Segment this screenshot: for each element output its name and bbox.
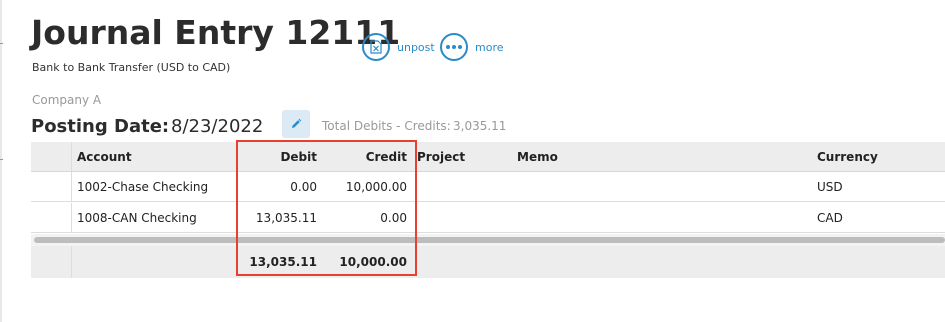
more-button[interactable]: more [440, 33, 504, 61]
column-header-debit[interactable]: Debit [231, 142, 317, 171]
posting-date-value: 8/23/2022 [171, 116, 264, 137]
debit-total: 13,035.11 [249, 255, 317, 269]
left-panel-edge [0, 0, 2, 322]
column-header-account[interactable]: Account [77, 142, 132, 171]
table-row[interactable]: 1002-Chase Checking 0.00 10,000.00 USD [31, 172, 945, 202]
column-header-memo[interactable]: Memo [517, 142, 558, 171]
company-name: Company A [32, 93, 102, 107]
more-label: more [475, 40, 504, 54]
debit-cell[interactable]: 13,035.11 [231, 203, 317, 232]
credit-cell[interactable]: 10,000.00 [321, 172, 407, 201]
grid-header-row: Account Debit Credit Project Memo Curren… [31, 142, 945, 172]
grid-totals-row: 13,035.11 10,000.00 [31, 246, 945, 278]
credit-cell[interactable]: 0.00 [321, 203, 407, 232]
currency-cell[interactable]: CAD [817, 203, 843, 232]
debit-cell[interactable]: 0.00 [231, 172, 317, 201]
account-cell[interactable]: 1002-Chase Checking [77, 172, 208, 201]
credit-total: 10,000.00 [339, 255, 407, 269]
pencil-icon [290, 115, 302, 134]
ellipsis-icon [440, 33, 468, 61]
account-cell[interactable]: 1008-CAN Checking [77, 203, 197, 232]
column-header-project[interactable]: Project [417, 142, 465, 171]
edit-date-button[interactable] [282, 110, 310, 138]
table-row[interactable]: 1008-CAN Checking 13,035.11 0.00 CAD [31, 203, 945, 233]
totals-label: Total Debits - Credits: [322, 119, 451, 133]
unpost-label: unpost [397, 40, 435, 54]
currency-cell[interactable]: USD [817, 172, 843, 201]
column-header-credit[interactable]: Credit [321, 142, 407, 171]
column-header-currency[interactable]: Currency [817, 142, 878, 171]
totals-value: 3,035.11 [453, 119, 507, 133]
left-edge-tick [0, 43, 3, 44]
left-edge-tick [0, 159, 3, 160]
horizontal-scrollbar[interactable] [31, 234, 945, 246]
page-title: Journal Entry 12111 [31, 13, 401, 52]
unpost-button[interactable]: unpost [362, 33, 435, 61]
document-x-icon [362, 33, 390, 61]
scrollbar-thumb[interactable] [34, 237, 945, 243]
posting-date-label: Posting Date: [31, 116, 170, 137]
page-subtitle: Bank to Bank Transfer (USD to CAD) [32, 61, 231, 74]
